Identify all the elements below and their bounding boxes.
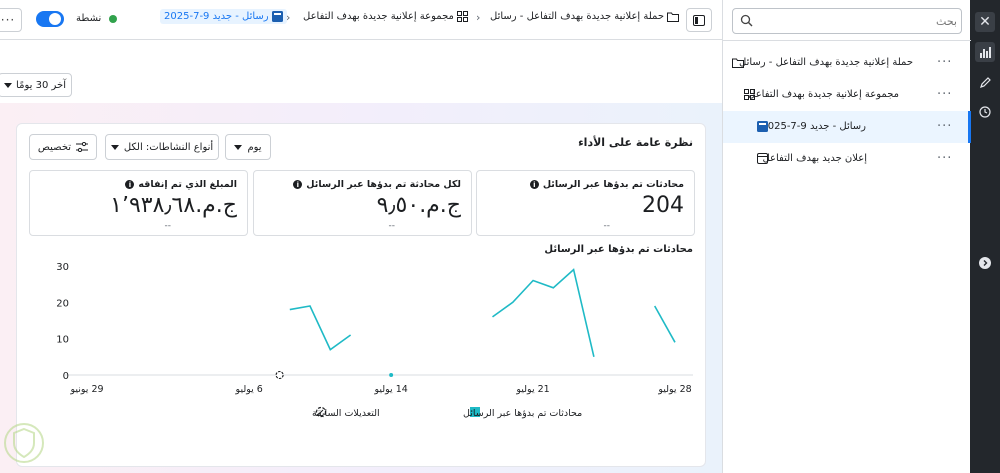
metric-card-amount-spent[interactable]: المبلغ الذي تم إنفاقه i ج.م.‏١٬٩٣٨٫٦٨ -- xyxy=(29,170,248,236)
caret-down-icon xyxy=(234,144,243,150)
tree-item-adset[interactable]: ··· مجموعة إعلانية جديدة بهدف التفاعل xyxy=(723,79,971,111)
more-menu-button[interactable]: ··· xyxy=(0,8,22,32)
activity-types-label: أنواع النشاطات: الكل xyxy=(123,141,214,153)
y-tick-label: 30 xyxy=(56,262,69,273)
tree-item-label: مجموعة إعلانية جديدة بهدف التفاعل xyxy=(748,89,899,100)
grid-icon xyxy=(456,11,468,22)
series-line xyxy=(492,268,595,357)
tree-item-campaign[interactable]: ··· حملة إعلانية جديدة بهدف التفاعل - رس… xyxy=(723,47,971,79)
breadcrumb-label: حملة إعلانية جديدة بهدف التفاعل - رسائل xyxy=(490,11,664,22)
ad-outline-icon xyxy=(756,152,769,165)
line-chart: 0 10 20 30 28 يوليو 21 يوليو 14 يوليو 6 يوليو 29… xyxy=(56,262,693,419)
metric-label-text: لكل محادثة تم بدؤها عبر الرسائل xyxy=(306,179,461,190)
ad-square-icon xyxy=(756,120,769,133)
y-tick-label: 10 xyxy=(56,335,69,346)
tree-item-label: إعلان جديد بهدف التفاعل xyxy=(762,153,867,164)
series-line xyxy=(289,305,352,351)
metric-delta: -- xyxy=(164,221,172,231)
edit-marker xyxy=(275,370,284,380)
tree-item-ad[interactable]: ··· إعلان جديد بهدف التفاعل xyxy=(723,143,971,175)
info-icon[interactable]: i xyxy=(293,180,303,189)
bar-chart-icon[interactable] xyxy=(975,42,995,62)
search-box[interactable] xyxy=(732,8,962,34)
metric-label: المبلغ الذي تم إنفاقه i xyxy=(125,179,237,190)
y-tick-label: 20 xyxy=(56,298,69,309)
activity-types-dropdown[interactable]: أنواع النشاطات: الكل xyxy=(105,134,219,160)
tree-item-label: رسائل - جديد 9-7-2025 xyxy=(761,121,866,132)
x-tick-label: 28 يوليو xyxy=(657,384,691,395)
structure-panel: ··· حملة إعلانية جديدة بهدف التفاعل - رس… xyxy=(722,0,971,473)
folder-icon xyxy=(667,12,679,22)
status-dot xyxy=(109,15,117,23)
divider xyxy=(723,40,971,41)
panel-toggle-button[interactable] xyxy=(686,8,712,32)
breadcrumb-adset[interactable]: مجموعة إعلانية جديدة بهدف التفاعل xyxy=(303,11,468,22)
breadcrumb-campaign[interactable]: حملة إعلانية جديدة بهدف التفاعل - رسائل xyxy=(490,11,679,22)
x-tick-label: 21 يوليو xyxy=(515,384,549,395)
metric-label-text: محادثات تم بدؤها عبر الرسائل xyxy=(542,179,684,190)
chevron-right-icon[interactable] xyxy=(975,253,995,273)
search-input[interactable] xyxy=(761,9,957,33)
more-options-icon[interactable]: ··· xyxy=(937,119,952,134)
search-icon xyxy=(740,14,753,30)
chevron-left-icon: › xyxy=(476,11,481,24)
close-icon[interactable]: ✕ xyxy=(975,12,995,32)
customize-label: تخصيص xyxy=(37,141,72,153)
caret-down-icon xyxy=(4,82,13,88)
x-tick-label: 6 يوليو xyxy=(235,384,263,395)
date-range-button[interactable]: آخر 30 يومًا xyxy=(0,73,72,97)
x-tick-label: 29 يونيو xyxy=(69,384,103,395)
more-options-icon[interactable]: ··· xyxy=(937,87,952,102)
metric-label: محادثات تم بدؤها عبر الرسائل i xyxy=(529,179,684,190)
metric-label: لكل محادثة تم بدؤها عبر الرسائل i xyxy=(293,179,461,190)
folder-icon xyxy=(731,56,744,69)
metric-delta: -- xyxy=(603,221,611,231)
more-options-icon[interactable]: ··· xyxy=(937,55,952,70)
metric-value: 204 xyxy=(642,193,684,218)
granularity-dropdown[interactable]: يوم xyxy=(225,134,271,160)
more-options-icon[interactable]: ··· xyxy=(937,151,952,166)
sliders-icon xyxy=(76,142,89,152)
performance-overview-card: نظرة عامة على الأداء تخصيص أنواع النشاطا… xyxy=(16,123,706,467)
shield-logo xyxy=(4,423,44,463)
legend-series-label: محادثات تم بدؤها عبر الرسائل xyxy=(463,408,582,419)
active-toggle[interactable] xyxy=(36,11,64,27)
metric-card-cost-per-conversation[interactable]: لكل محادثة تم بدؤها عبر الرسائل i ج.م.‏٩… xyxy=(253,170,472,236)
ad-square-icon xyxy=(271,11,283,22)
filter-bar: آخر 30 يومًا xyxy=(0,41,722,103)
top-bar: ··· نشطة رسائل - جديد 9-7-2025 › مجموعة … xyxy=(0,0,722,40)
granularity-label: يوم xyxy=(247,141,262,153)
tree-item-ad-selected[interactable]: ··· رسائل - جديد 9-7-2025 xyxy=(723,111,971,143)
customize-button[interactable]: تخصيص xyxy=(29,134,97,160)
legend: محادثات تم بدؤها عبر الرسائل التعديلات ا… xyxy=(312,406,582,419)
x-tick-label: 14 يوليو xyxy=(373,384,407,395)
breadcrumb-ad[interactable]: رسائل - جديد 9-7-2025 xyxy=(160,9,287,24)
main-content: آخر 30 يومًا نظرة عامة على الأداء تخصيص … xyxy=(0,41,722,473)
info-icon[interactable]: i xyxy=(125,180,135,189)
pencil-icon[interactable] xyxy=(975,72,995,92)
breadcrumb-label: مجموعة إعلانية جديدة بهدف التفاعل xyxy=(303,11,454,22)
metric-value: ج.م.‏٩٫٥٠ xyxy=(376,193,461,218)
date-range-label: آخر 30 يومًا xyxy=(16,79,66,91)
series-line xyxy=(654,305,676,343)
grid-icon xyxy=(743,88,756,101)
legend-edits-label: التعديلات السابقة xyxy=(312,408,380,419)
clock-icon[interactable] xyxy=(975,102,995,122)
y-tick-label: 0 xyxy=(63,371,69,382)
panel-icon xyxy=(693,14,705,26)
data-point xyxy=(389,373,394,377)
tree-item-label: حملة إعلانية جديدة بهدف التفاعل - رسائل xyxy=(739,57,913,68)
metric-value: ج.م.‏١٬٩٣٨٫٦٨ xyxy=(110,193,237,218)
breadcrumb-label: رسائل - جديد 9-7-2025 xyxy=(164,11,269,22)
status-label: نشطة xyxy=(76,13,102,24)
info-icon[interactable]: i xyxy=(529,180,539,189)
metric-card-conversations[interactable]: محادثات تم بدؤها عبر الرسائل i 204 -- xyxy=(476,170,695,236)
caret-down-icon xyxy=(110,144,119,150)
metric-delta: -- xyxy=(388,221,396,231)
metric-label-text: المبلغ الذي تم إنفاقه xyxy=(138,179,237,190)
right-rail: ✕ xyxy=(970,0,1000,473)
chevron-left-icon: › xyxy=(286,11,291,24)
card-title: نظرة عامة على الأداء xyxy=(578,136,693,149)
